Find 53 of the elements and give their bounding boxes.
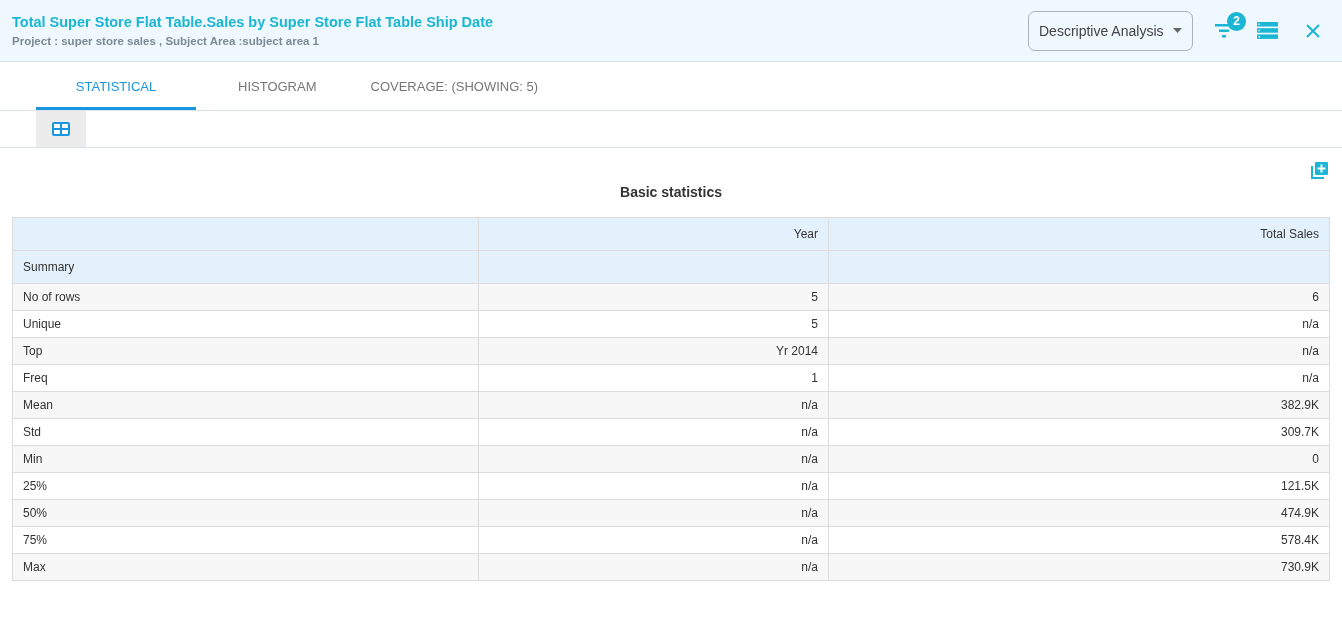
table-cell: 578.4K xyxy=(828,526,1330,554)
table-cell: n/a xyxy=(828,310,1330,338)
row-label: Unique xyxy=(12,310,479,338)
tab[interactable]: HISTOGRAM xyxy=(196,62,329,110)
caret-icon xyxy=(1173,28,1182,33)
table-cell: 382.9K xyxy=(828,391,1330,419)
table-cell: n/a xyxy=(478,391,829,419)
column-header: Total Sales xyxy=(828,217,1330,251)
column-header: Year xyxy=(478,217,829,251)
list-icon xyxy=(1257,22,1278,39)
table-view-button[interactable] xyxy=(36,111,86,147)
table-icon xyxy=(52,122,70,136)
close-icon xyxy=(1306,23,1320,38)
table-cell: n/a xyxy=(478,445,829,473)
analysis-dropdown[interactable]: Descriptive Analysis xyxy=(1028,10,1193,51)
table-cell: n/a xyxy=(478,472,829,500)
table-cell: 121.5K xyxy=(828,472,1330,500)
list-view-button[interactable] xyxy=(1257,22,1278,39)
row-label: 75% xyxy=(12,526,479,554)
table-cell: 474.9K xyxy=(828,499,1330,527)
row-label: Freq xyxy=(12,364,479,392)
table-cell: 1 xyxy=(478,364,829,392)
table-cell: n/a xyxy=(478,553,829,581)
row-label: 50% xyxy=(12,499,479,527)
tab[interactable]: COVERAGE: (SHOWING: 5) xyxy=(328,62,551,110)
add-button[interactable] xyxy=(1311,160,1328,180)
table-cell: n/a xyxy=(478,499,829,527)
filter-button[interactable]: 2 xyxy=(1215,11,1247,38)
report-subtitle: Project : super store sales , Subject Area :subject area 1 xyxy=(12,35,320,47)
row-label: Mean xyxy=(12,391,479,419)
table-cell: 5 xyxy=(478,283,829,311)
table-cell: 0 xyxy=(828,445,1330,473)
row-label: Min xyxy=(12,445,479,473)
table-cell: n/a xyxy=(828,337,1330,365)
group-label: Summary xyxy=(12,250,479,284)
table-cell: n/a xyxy=(478,418,829,446)
table-cell: 309.7K xyxy=(828,418,1330,446)
table-title: Basic statistics xyxy=(619,184,723,200)
table-cell: n/a xyxy=(478,526,829,554)
add-icon xyxy=(1311,161,1328,179)
table-cell: Yr 2014 xyxy=(478,337,829,365)
row-label: Std xyxy=(12,418,479,446)
row-label: Top xyxy=(12,337,479,365)
filter-count-badge: 2 xyxy=(1227,11,1246,31)
table-cell: 730.9K xyxy=(828,553,1330,581)
table-cell: n/a xyxy=(828,364,1330,392)
close-button[interactable] xyxy=(1306,23,1320,38)
row-label: 25% xyxy=(12,472,479,500)
table-cell: 5 xyxy=(478,310,829,338)
row-label: No of rows xyxy=(12,283,479,311)
row-label: Max xyxy=(12,553,479,581)
table-cell: 6 xyxy=(828,283,1330,311)
report-title: Total Super Store Flat Table.Sales by Super Store Flat Table Ship Date xyxy=(12,14,495,30)
